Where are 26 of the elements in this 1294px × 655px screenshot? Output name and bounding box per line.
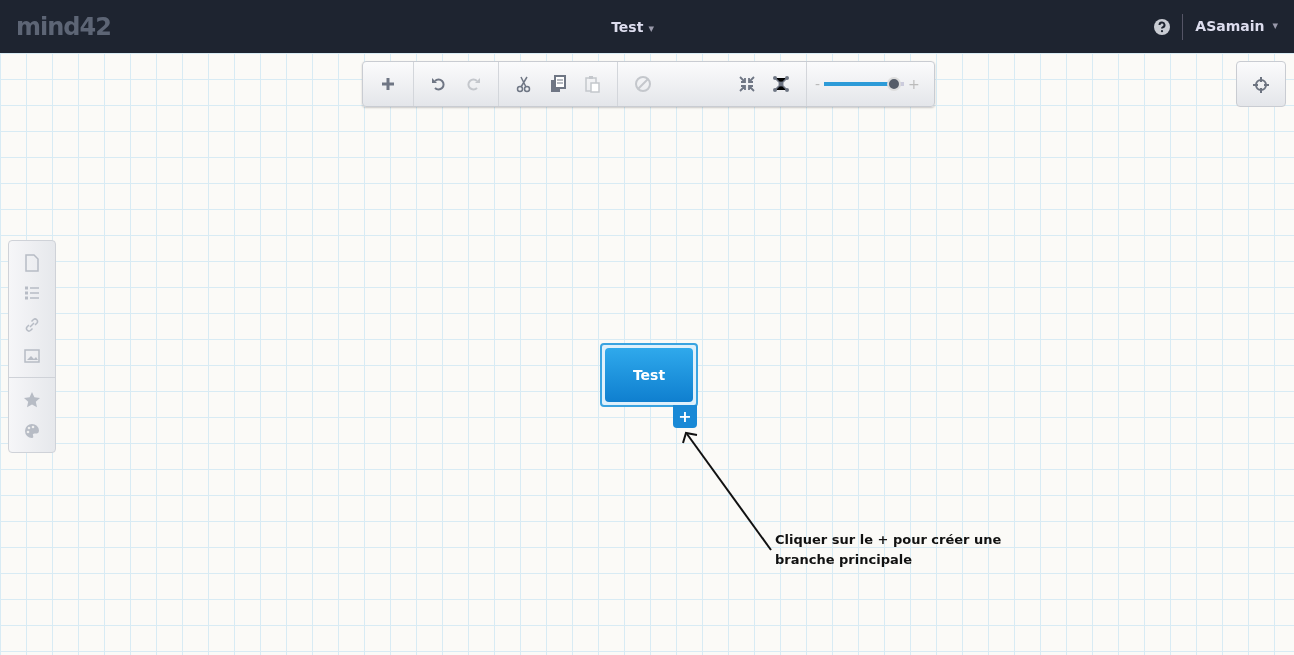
note-icon xyxy=(23,253,41,272)
copy-icon xyxy=(549,75,567,93)
crosshair-icon xyxy=(1252,75,1270,94)
map-title[interactable]: Test xyxy=(611,18,644,35)
palette-icon xyxy=(23,421,41,440)
cut-icon xyxy=(515,75,533,93)
paste-icon xyxy=(583,75,601,93)
add-branch-button[interactable]: + xyxy=(673,405,697,428)
undo-icon xyxy=(430,75,448,93)
root-node[interactable]: Test xyxy=(605,348,693,402)
collapse-icon xyxy=(738,75,756,93)
add-icon xyxy=(379,75,397,93)
star-icon xyxy=(23,390,41,409)
network-icon xyxy=(772,75,790,93)
list-icon xyxy=(23,284,41,303)
zoom-slider[interactable] xyxy=(824,77,905,91)
image-icon xyxy=(23,346,41,365)
logo[interactable]: mind42 xyxy=(16,12,111,41)
cancel-icon xyxy=(634,75,652,93)
caret-icon[interactable]: ▾ xyxy=(648,21,654,35)
annotation-text: Cliquer sur le + pour créer une branche principale xyxy=(775,531,1003,569)
caret-icon[interactable]: ▾ xyxy=(1272,18,1278,35)
user-menu[interactable]: ASamain xyxy=(1195,16,1265,37)
help-icon[interactable] xyxy=(1154,18,1171,35)
center-button[interactable] xyxy=(1236,61,1286,107)
link-icon xyxy=(23,315,41,334)
